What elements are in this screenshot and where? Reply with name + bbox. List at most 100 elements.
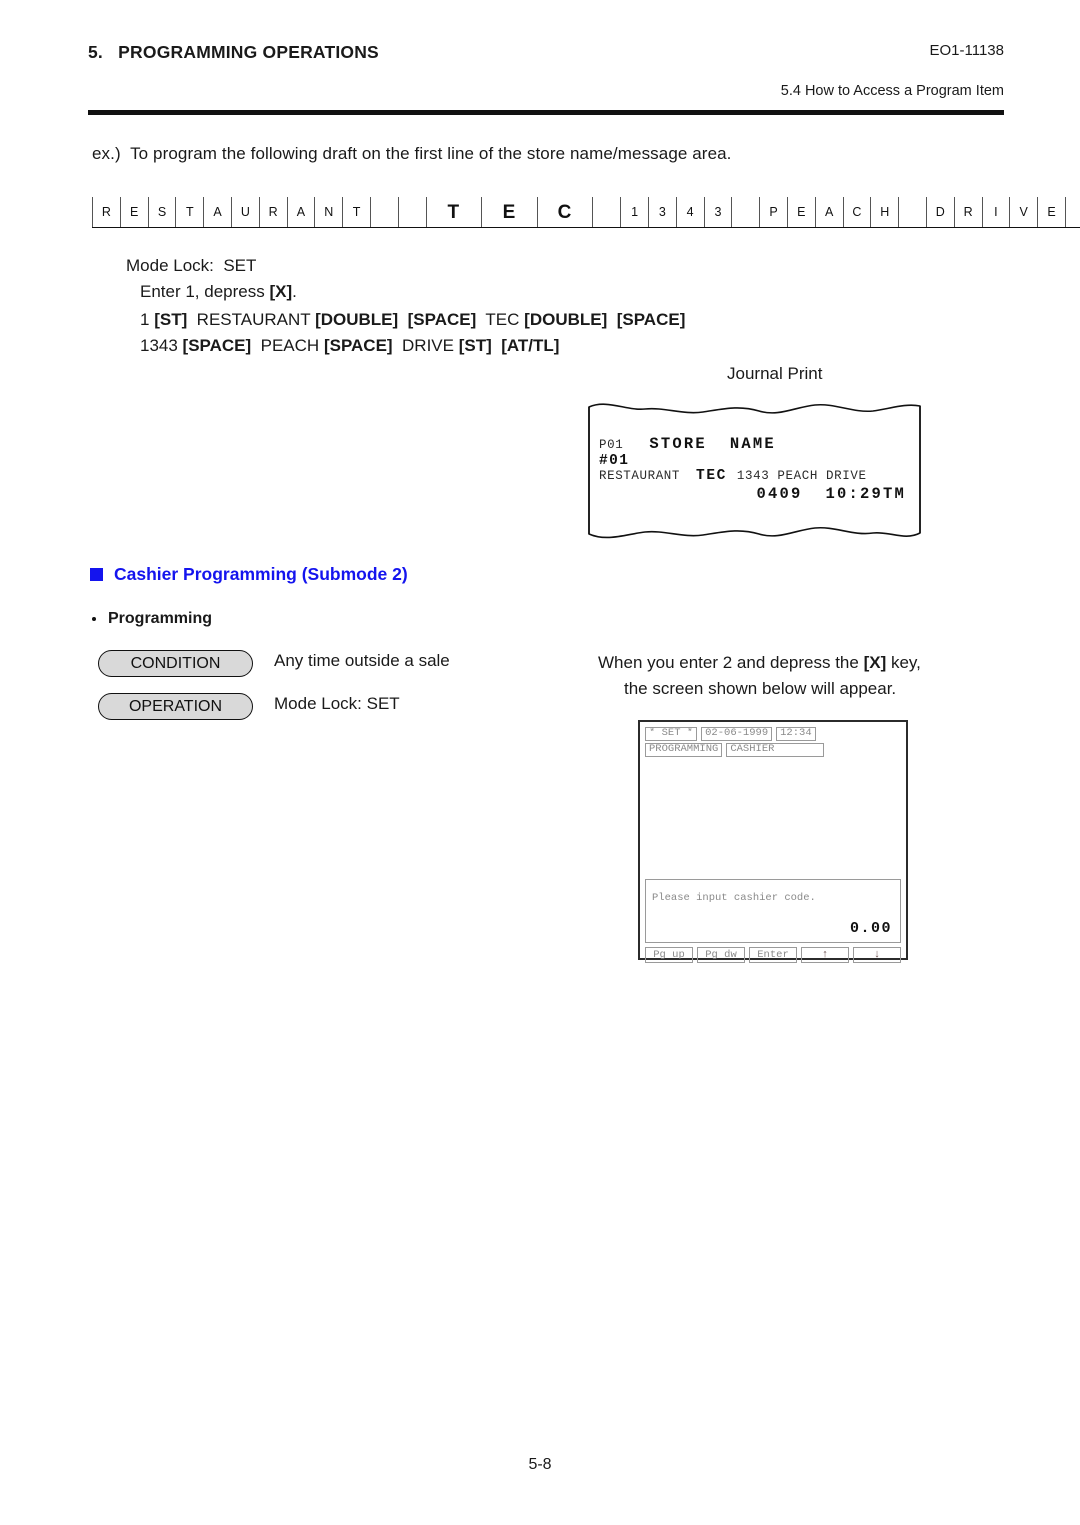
- character-grid-row: RESTAURANTTEC1343PEACHDRIVE: [92, 197, 1080, 228]
- journal-receipt: P01 STORE NAME #01 RESTAURANT TEC 1343 P…: [587, 395, 922, 545]
- enter-depress-period: .: [292, 281, 297, 301]
- operation-text: Mode Lock: SET: [274, 694, 400, 713]
- grid-cell-29: I: [981, 197, 1010, 227]
- seq1-part-2: RESTAURANT: [187, 310, 316, 329]
- condition-text: Any time outside a sale: [274, 651, 450, 670]
- receipt-line-2: #01: [599, 452, 630, 469]
- lcd-key-0[interactable]: Pg up: [645, 947, 693, 963]
- grid-cell-24: C: [842, 197, 871, 227]
- cashier-programming-heading-label: Cashier Programming (Submode 2): [114, 564, 408, 584]
- lcd-status-row: * SET * 02-06-1999 12:34: [645, 726, 901, 741]
- procedure-steps: Mode Lock: SET Enter 1, depress [X]. 1 […: [126, 253, 685, 358]
- lcd-menu-row: PROGRAMMING CASHIER: [645, 742, 901, 757]
- lcd-content-area: [645, 758, 901, 876]
- lcd-submenu-box[interactable]: CASHIER: [726, 742, 825, 757]
- grid-cell-23: A: [814, 197, 843, 227]
- seq2-part-3: [SPACE]: [323, 335, 393, 355]
- receipt-line-4: 0409 10:29TM: [756, 484, 906, 503]
- lcd-key-2[interactable]: Enter: [749, 947, 797, 963]
- grid-cell-17: 3: [647, 197, 676, 227]
- screen-note-line-1: When you enter 2 and depress the [X] key…: [598, 650, 921, 676]
- screen-note-text-b: key,: [886, 653, 921, 672]
- lcd-key-3[interactable]: ↑: [801, 947, 849, 963]
- grid-cell-12: T: [425, 197, 482, 227]
- enter-depress-text: Enter 1, depress: [140, 281, 270, 301]
- key-sequence-line-2: 1343 [SPACE] PEACH [SPACE] DRIVE [ST] [A…: [140, 333, 685, 359]
- lcd-screen: * SET * 02-06-1999 12:34 PROGRAMMING CAS…: [638, 720, 908, 963]
- grid-cell-26: [898, 197, 926, 227]
- grid-cell-15: [592, 197, 620, 227]
- key-x: [X]: [269, 281, 293, 301]
- seq2-part-0: 1343: [140, 335, 183, 355]
- grid-cell-31: E: [1037, 197, 1065, 227]
- grid-cell-32: [1064, 197, 1080, 227]
- receipt-p01: P01: [599, 438, 624, 452]
- lcd-message-text: Please input cashier code.: [652, 892, 816, 904]
- receipt-address: 1343 PEACH DRIVE: [736, 469, 867, 483]
- grid-cell-19: 3: [703, 197, 732, 227]
- seq1-part-5: [SPACE]: [407, 310, 477, 329]
- seq1-part-7: [DOUBLE]: [524, 310, 608, 329]
- grid-cell-14: C: [536, 197, 593, 227]
- screen-note-text-a: When you enter 2 and depress the: [598, 653, 864, 672]
- programming-subheading: Programming: [92, 610, 212, 628]
- seq2-part-1: [SPACE]: [182, 335, 252, 355]
- seq1-part-1: [ST]: [154, 310, 188, 329]
- key-x-note: [X]: [863, 653, 887, 672]
- seq1-part-6: TEC: [476, 310, 525, 329]
- grid-cell-2: S: [147, 197, 176, 227]
- grid-cell-13: E: [481, 197, 537, 227]
- lcd-time-box: 12:34: [776, 726, 816, 741]
- page-header: 5. PROGRAMMING OPERATIONS EO1-11138 5.4 …: [88, 42, 1004, 115]
- seq1-part-9: [SPACE]: [616, 310, 686, 329]
- receipt-restaurant: RESTAURANT: [599, 469, 681, 483]
- grid-cell-16: 1: [620, 197, 648, 227]
- grid-cell-30: V: [1009, 197, 1037, 227]
- page-number: 5-8: [528, 1456, 552, 1473]
- seq1-part-3: [DOUBLE]: [315, 310, 399, 329]
- chapter-title: 5. PROGRAMMING OPERATIONS: [88, 42, 379, 62]
- grid-cell-11: [397, 197, 426, 227]
- grid-cell-28: R: [953, 197, 982, 227]
- operation-badge: OPERATION: [98, 693, 253, 720]
- seq2-part-4: DRIVE: [392, 335, 459, 355]
- lcd-date-box: 02-06-1999: [701, 726, 773, 741]
- grid-cell-7: A: [286, 197, 315, 227]
- lcd-key-1[interactable]: Pg dw: [697, 947, 745, 963]
- lcd-menu-box[interactable]: PROGRAMMING: [645, 742, 723, 757]
- section-title: 5.4 How to Access a Program Item: [780, 83, 1004, 99]
- character-grid: RESTAURANTTEC1343PEACHDRIVE: [92, 197, 1080, 228]
- lcd-amount: 0.00: [849, 920, 892, 937]
- seq2-part-6: [492, 336, 501, 355]
- key-sequence-line-1: 1 [ST] RESTAURANT [DOUBLE] [SPACE] TEC […: [140, 307, 685, 333]
- grid-cell-0: R: [92, 197, 120, 227]
- receipt-text: P01 STORE NAME #01 RESTAURANT TEC 1343 P…: [599, 435, 912, 503]
- lcd-key-4[interactable]: ↓: [853, 947, 901, 963]
- grid-cell-5: U: [230, 197, 259, 227]
- grid-cell-21: P: [759, 197, 787, 227]
- mode-lock-line: Mode Lock: SET: [126, 256, 257, 275]
- grid-cell-8: N: [314, 197, 342, 227]
- lcd-mode-box: * SET *: [645, 726, 698, 741]
- receipt-tec: TEC: [696, 468, 727, 484]
- grid-cell-10: [369, 197, 398, 227]
- receipt-line-3: RESTAURANT TEC 1343 PEACH DRIVE: [599, 468, 912, 485]
- grid-cell-4: A: [203, 197, 231, 227]
- screen-note-line-2: the screen shown below will appear.: [624, 679, 897, 698]
- condition-badge: CONDITION: [98, 650, 253, 677]
- enter-depress-line: Enter 1, depress [X].: [140, 279, 685, 305]
- lcd-message-area: Please input cashier code. 0.00: [645, 879, 901, 943]
- dot-bullet-icon: [92, 617, 96, 621]
- seq1-part-0: 1: [140, 310, 155, 329]
- grid-cell-18: 4: [675, 197, 704, 227]
- cashier-programming-heading: Cashier Programming (Submode 2): [90, 564, 408, 585]
- grid-cell-1: E: [119, 197, 148, 227]
- grid-cell-22: E: [786, 197, 815, 227]
- receipt-store-name: STORE NAME: [649, 435, 776, 453]
- journal-print-label: Journal Print: [727, 364, 823, 383]
- square-bullet-icon: [90, 568, 103, 581]
- grid-cell-25: H: [870, 197, 898, 227]
- header-divider: [88, 110, 1004, 115]
- grid-cell-20: [731, 197, 759, 227]
- document-code: EO1-11138: [929, 42, 1005, 59]
